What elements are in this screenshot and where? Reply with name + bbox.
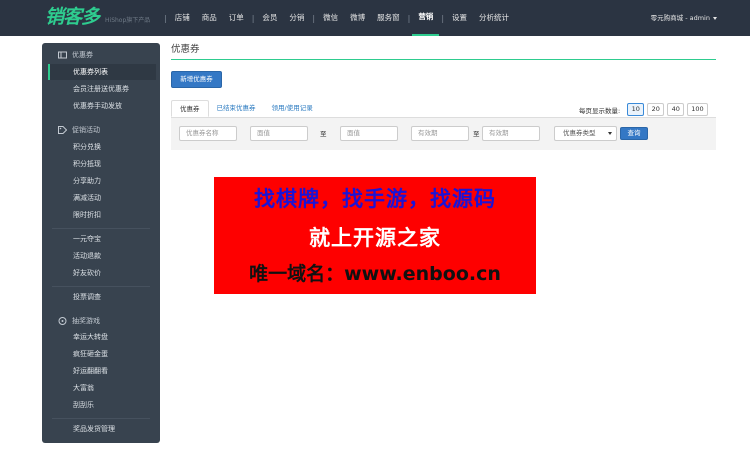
sidebar-group-label: 优惠券 xyxy=(72,51,93,59)
chevron-down-icon xyxy=(608,132,612,135)
sidebar-item-lucky-wheel[interactable]: 幸运大转盘 xyxy=(48,329,156,345)
sidebar-group-label: 促销活动 xyxy=(72,126,100,134)
sidebar-item-scratch-card[interactable]: 刮刮乐 xyxy=(48,397,156,413)
nav-separator: | xyxy=(164,13,167,23)
max-value-input[interactable]: 面值 xyxy=(340,126,398,141)
tab-ended-coupons[interactable]: 已结束优惠券 xyxy=(209,100,264,117)
nav-item-service-window[interactable]: 服务窗 xyxy=(371,0,406,36)
end-date-input[interactable]: 有效期 xyxy=(482,126,540,141)
sidebar: 优惠券 优惠券列表 会员注册送优惠券 优惠券手动发放 促销活动 积分兑换 积分抵… xyxy=(42,43,160,443)
sidebar-divider xyxy=(52,286,150,287)
nav-item-analytics[interactable]: 分析统计 xyxy=(473,0,515,36)
gamepad-icon xyxy=(58,317,67,325)
nav-separator: | xyxy=(441,13,445,23)
title-underline xyxy=(171,59,716,60)
nav-item-marketing[interactable]: 营销 xyxy=(412,0,440,36)
sidebar-item-activity-refund[interactable]: 活动退款 xyxy=(48,248,156,264)
coupon-name-input[interactable]: 优惠券名称 xyxy=(179,126,237,141)
min-value-input[interactable]: 面值 xyxy=(250,126,308,141)
nav-item-wechat[interactable]: 微信 xyxy=(317,0,344,36)
sidebar-item-friend-bargain[interactable]: 好友砍价 xyxy=(48,265,156,281)
sidebar-item-points-deduct[interactable]: 积分抵现 xyxy=(48,156,156,172)
nav-separator: | xyxy=(312,13,316,23)
top-navbar: 销客多 HiShop旗下产品 | 店铺 商品 订单 | 会员 分销 | 微信 微… xyxy=(0,0,750,36)
sidebar-item-coupon-list[interactable]: 优惠券列表 xyxy=(48,64,156,80)
user-menu[interactable]: 零元购商城 - admin xyxy=(651,0,717,36)
filter-panel: 优惠券名称 面值 至 面值 有效期 至 有效期 优惠券类型 查询 xyxy=(171,118,716,150)
tab-coupons[interactable]: 优惠券 xyxy=(171,100,209,117)
brand-logo[interactable]: 销客多 HiShop旗下产品 xyxy=(45,6,150,28)
sidebar-item-points-exchange[interactable]: 积分兑换 xyxy=(48,139,156,155)
page-size-label: 每页显示数量: xyxy=(579,106,621,115)
nav-item-members[interactable]: 会员 xyxy=(256,0,283,36)
sidebar-item-vote-survey[interactable]: 投票调查 xyxy=(48,289,156,305)
sidebar-divider xyxy=(52,418,150,419)
sidebar-item-golden-egg[interactable]: 疯狂砸金蛋 xyxy=(48,346,156,362)
page-size-20[interactable]: 20 xyxy=(647,103,665,116)
sidebar-group-coupons: 优惠券 xyxy=(42,47,160,63)
nav-item-store[interactable]: 店铺 xyxy=(169,0,196,36)
sidebar-item-monopoly[interactable]: 大富翁 xyxy=(48,380,156,396)
banner-line-1: 找棋牌，找手游，找源码 xyxy=(254,187,496,211)
sidebar-group-lottery: 抽奖游戏 xyxy=(42,313,160,329)
tag-icon xyxy=(58,126,68,134)
page-title: 优惠券 xyxy=(171,44,200,55)
page-size-100[interactable]: 100 xyxy=(687,103,708,116)
sidebar-group-promotions: 促销活动 xyxy=(42,122,160,138)
nav-item-orders[interactable]: 订单 xyxy=(223,0,250,36)
sidebar-item-prize-shipping[interactable]: 奖品发货管理 xyxy=(48,421,156,437)
banner-line-2: 就上开源之家 xyxy=(309,226,441,250)
sidebar-group-label: 抽奖游戏 xyxy=(72,317,100,325)
logo-text: 销客多 xyxy=(45,6,100,28)
nav-separator: | xyxy=(407,13,411,23)
nav-separator: | xyxy=(251,13,255,23)
sidebar-item-register-coupon[interactable]: 会员注册送优惠券 xyxy=(48,81,156,97)
coupon-tabs: 优惠券 已结束优惠券 领用/使用记录 xyxy=(171,100,321,117)
sidebar-item-flash-discount[interactable]: 限时折扣 xyxy=(48,207,156,223)
nav-item-weibo[interactable]: 微博 xyxy=(344,0,371,36)
coupon-type-value: 优惠券类型 xyxy=(563,129,596,137)
banner-line-3: 唯一域名：www.enboo.cn xyxy=(249,263,501,285)
main-nav: | 店铺 商品 订单 | 会员 分销 | 微信 微博 服务窗 | 营销 | 设置… xyxy=(162,0,515,36)
sidebar-divider xyxy=(52,228,150,229)
sidebar-item-share-boost[interactable]: 分享助力 xyxy=(48,173,156,189)
search-button[interactable]: 查询 xyxy=(620,127,648,140)
sidebar-item-flip-card[interactable]: 好运翻翻看 xyxy=(48,363,156,379)
tab-usage-records[interactable]: 领用/使用记录 xyxy=(264,100,321,117)
page-size-10[interactable]: 10 xyxy=(627,103,645,116)
coupon-type-select[interactable]: 优惠券类型 xyxy=(554,126,617,141)
range-to-label: 至 xyxy=(320,130,327,138)
page-size-selector: 每页显示数量: 10 20 40 100 xyxy=(579,103,708,116)
sidebar-item-manual-coupon[interactable]: 优惠券手动发放 xyxy=(48,98,156,114)
start-date-input[interactable]: 有效期 xyxy=(411,126,469,141)
chevron-down-icon xyxy=(713,16,717,20)
sidebar-item-full-reduction[interactable]: 满减活动 xyxy=(48,190,156,206)
sidebar-item-one-yuan[interactable]: 一元夺宝 xyxy=(48,231,156,247)
page-size-40[interactable]: 40 xyxy=(667,103,685,116)
logo-subtitle: HiShop旗下产品 xyxy=(105,17,151,24)
ticket-icon xyxy=(58,51,67,59)
nav-item-distribution[interactable]: 分销 xyxy=(283,0,310,36)
nav-item-settings[interactable]: 设置 xyxy=(446,0,473,36)
user-name: 零元购商城 - admin xyxy=(650,14,710,22)
ad-banner: 找棋牌，找手游，找源码 就上开源之家 唯一域名：www.enboo.cn xyxy=(214,177,536,294)
date-to-label: 至 xyxy=(473,130,480,138)
nav-item-goods[interactable]: 商品 xyxy=(196,0,223,36)
add-coupon-button[interactable]: 新增优惠券 xyxy=(171,71,222,88)
